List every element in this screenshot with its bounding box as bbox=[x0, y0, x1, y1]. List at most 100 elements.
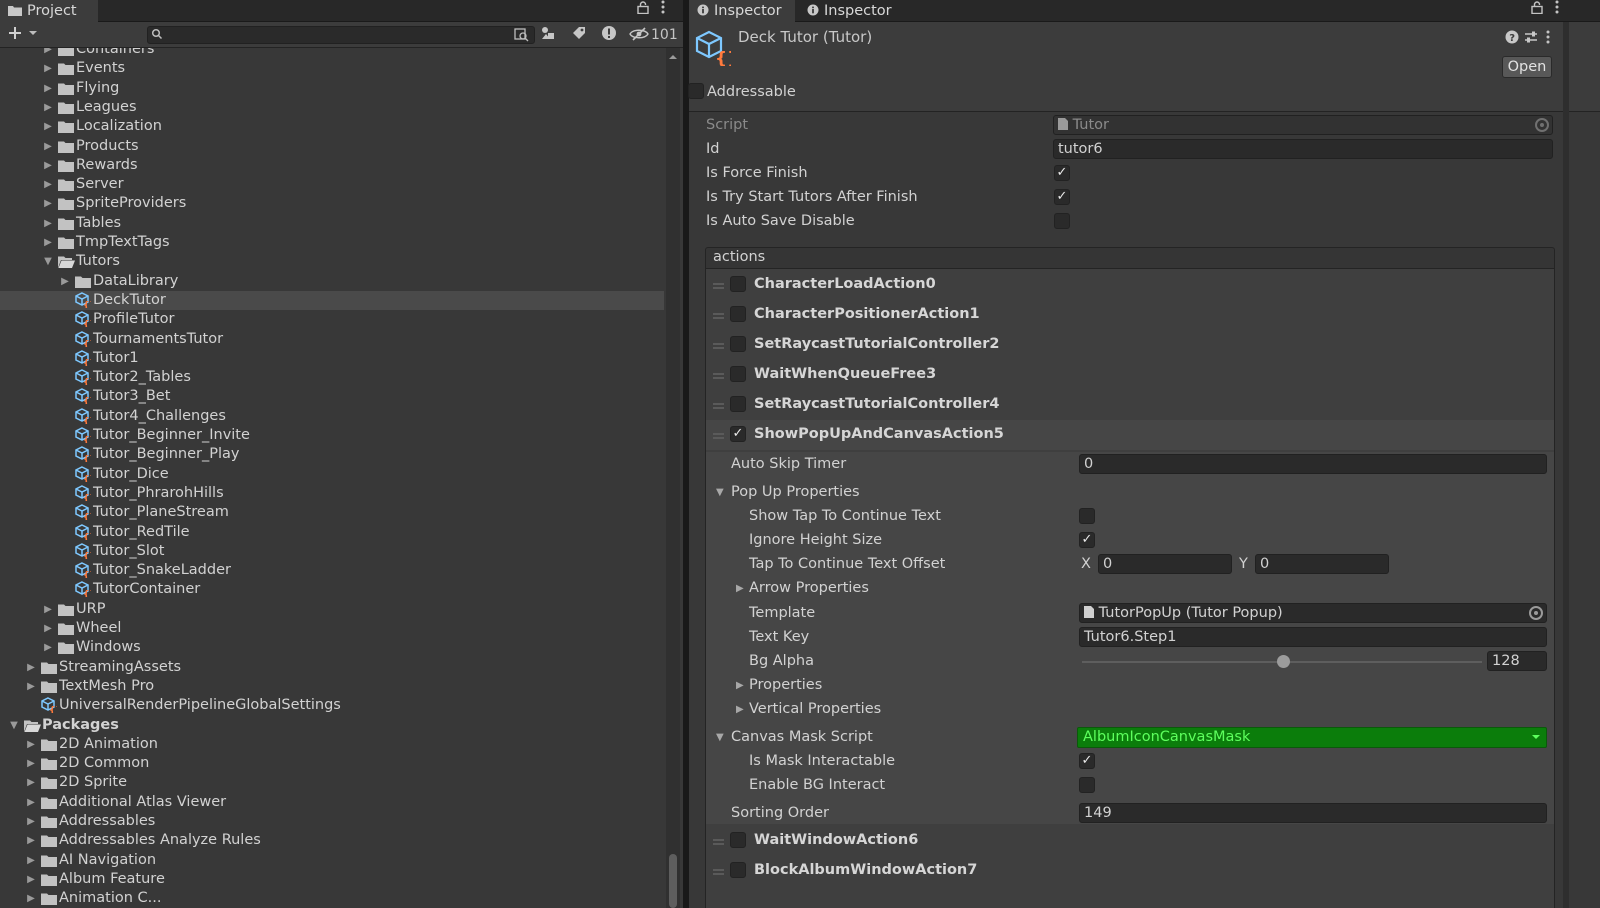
collapsed-arrow-icon[interactable]: ▶ bbox=[25, 870, 37, 890]
tree-folder-row[interactable]: ▶ Tables bbox=[0, 214, 664, 234]
kebab-menu-icon[interactable] bbox=[661, 0, 665, 22]
tree-asset-row[interactable]: {}UniversalRenderPipelineGlobalSettings bbox=[0, 696, 664, 716]
tree-folder-row[interactable]: ▶ DataLibrary bbox=[0, 272, 664, 292]
tree-asset-row[interactable]: {}TournamentsTutor bbox=[0, 330, 664, 350]
tree-folder-row[interactable]: ▶ Server bbox=[0, 175, 664, 195]
tree-folder-row[interactable]: ▶ StreamingAssets bbox=[0, 658, 664, 678]
action-enabled-checkbox[interactable] bbox=[730, 862, 746, 878]
tree-asset-row[interactable]: {}Tutor4_Challenges bbox=[0, 407, 664, 427]
collapsed-arrow-icon[interactable]: ▶ bbox=[42, 79, 54, 99]
tree-asset-row[interactable]: {}Tutor3_Bet bbox=[0, 387, 664, 407]
action-row[interactable]: CharacterLoadAction0 bbox=[706, 270, 1554, 300]
search-by-type-icon[interactable] bbox=[514, 28, 530, 46]
collapsed-arrow-icon[interactable]: ▶ bbox=[42, 600, 54, 620]
project-scrollbar[interactable] bbox=[666, 48, 680, 908]
template-field[interactable]: TutorPopUp (Tutor Popup) bbox=[1079, 603, 1547, 623]
tree-asset-row[interactable]: {}Tutor1 bbox=[0, 349, 664, 369]
tree-folder-row[interactable]: ▶ Localization bbox=[0, 117, 664, 137]
tree-asset-row[interactable]: {}Tutor_Dice bbox=[0, 465, 664, 485]
tree-folder-row[interactable]: ▶ Addressables bbox=[0, 812, 664, 832]
drag-handle-icon[interactable] bbox=[713, 283, 724, 289]
tree-asset-row[interactable]: {}Tutor_SnakeLadder bbox=[0, 561, 664, 581]
bg-alpha-field[interactable]: 128 bbox=[1487, 651, 1547, 671]
tree-asset-row[interactable]: {}Tutor_Beginner_Play bbox=[0, 445, 664, 465]
kebab-menu-icon[interactable] bbox=[1546, 30, 1550, 48]
drag-handle-icon[interactable] bbox=[713, 313, 724, 319]
vertical-props-foldout-icon[interactable]: ▶ bbox=[736, 704, 744, 715]
drag-handle-icon[interactable] bbox=[713, 839, 724, 845]
force-finish-checkbox[interactable]: ✓ bbox=[1054, 165, 1070, 181]
tree-folder-row[interactable]: ▶ 2D Common bbox=[0, 754, 664, 774]
drag-handle-icon[interactable] bbox=[713, 869, 724, 875]
properties-label[interactable]: Properties bbox=[749, 677, 822, 693]
try-start-checkbox[interactable]: ✓ bbox=[1054, 189, 1070, 205]
tree-folder-row[interactable]: ▶ SpriteProviders bbox=[0, 194, 664, 214]
collapsed-arrow-icon[interactable]: ▶ bbox=[42, 194, 54, 214]
collapsed-arrow-icon[interactable]: ▶ bbox=[59, 272, 71, 292]
tree-folder-row[interactable]: ▶ Addressables Analyze Rules bbox=[0, 831, 664, 851]
tree-folder-row[interactable]: ▶ Events bbox=[0, 59, 664, 79]
expanded-arrow-icon[interactable]: ▼ bbox=[42, 252, 54, 272]
action-row[interactable]: SetRaycastTutorialController2 bbox=[706, 330, 1554, 360]
auto-skip-field[interactable]: 0 bbox=[1079, 454, 1547, 474]
tree-asset-row[interactable]: {}ProfileTutor bbox=[0, 310, 664, 330]
ignore-height-checkbox[interactable]: ✓ bbox=[1079, 532, 1095, 548]
arrow-props-foldout-icon[interactable]: ▶ bbox=[736, 583, 744, 594]
collapsed-arrow-icon[interactable]: ▶ bbox=[25, 831, 37, 851]
lock-icon[interactable] bbox=[1531, 0, 1543, 22]
show-tap-checkbox[interactable] bbox=[1079, 508, 1095, 524]
action-enabled-checkbox[interactable] bbox=[730, 336, 746, 352]
tree-asset-row[interactable]: {}Tutor2_Tables bbox=[0, 368, 664, 388]
collapsed-arrow-icon[interactable]: ▶ bbox=[42, 214, 54, 234]
collapsed-arrow-icon[interactable]: ▶ bbox=[42, 638, 54, 658]
expanded-arrow-icon[interactable]: ▼ bbox=[8, 716, 20, 736]
collapsed-arrow-icon[interactable]: ▶ bbox=[42, 137, 54, 157]
text-key-field[interactable]: Tutor6.Step1 bbox=[1079, 627, 1547, 647]
tree-folder-row[interactable]: ▶ 2D Sprite bbox=[0, 773, 664, 793]
action-row[interactable]: ✓ ShowPopUpAndCanvasAction5 bbox=[706, 420, 1554, 450]
action-enabled-checkbox[interactable] bbox=[730, 832, 746, 848]
bg-alpha-slider-thumb[interactable] bbox=[1276, 655, 1290, 668]
action-enabled-checkbox[interactable] bbox=[730, 396, 746, 412]
tab-project[interactable]: Project bbox=[0, 0, 98, 22]
popup-props-label[interactable]: Pop Up Properties bbox=[731, 484, 860, 500]
action-row[interactable]: WaitWindowAction6 bbox=[706, 826, 1554, 856]
collapsed-arrow-icon[interactable]: ▶ bbox=[25, 889, 37, 908]
tree-folder-row[interactable]: ▼ Tutors bbox=[0, 252, 664, 272]
tree-folder-row[interactable]: ▼ Packages bbox=[0, 716, 664, 736]
tree-folder-row[interactable]: ▶ 2D Animation bbox=[0, 735, 664, 755]
tab-inspector-1[interactable]: Inspector bbox=[689, 0, 795, 22]
tree-folder-row[interactable]: ▶ Leagues bbox=[0, 98, 664, 118]
tree-asset-row[interactable]: {}TutorContainer bbox=[0, 580, 664, 600]
search-input[interactable] bbox=[147, 26, 535, 44]
action-row[interactable]: BlockAlbumWindowAction7 bbox=[706, 856, 1554, 886]
actions-header[interactable]: actions bbox=[705, 247, 1555, 269]
tree-folder-row[interactable]: ▶ AI Navigation bbox=[0, 851, 664, 871]
action-enabled-checkbox[interactable]: ✓ bbox=[730, 426, 746, 442]
auto-save-checkbox[interactable] bbox=[1054, 213, 1070, 229]
canvas-mask-dropdown[interactable]: AlbumIconCanvasMask bbox=[1077, 727, 1547, 748]
mask-interactable-checkbox[interactable]: ✓ bbox=[1079, 753, 1095, 769]
collapsed-arrow-icon[interactable]: ▶ bbox=[25, 773, 37, 793]
tree-folder-row[interactable]: ▶ Windows bbox=[0, 638, 664, 658]
action-enabled-checkbox[interactable] bbox=[730, 366, 746, 382]
tree-folder-row[interactable]: ▶ Album Feature bbox=[0, 870, 664, 890]
tree-folder-row[interactable]: ▶ TmpTextTags bbox=[0, 233, 664, 253]
collapsed-arrow-icon[interactable]: ▶ bbox=[25, 851, 37, 871]
enable-bg-checkbox[interactable] bbox=[1079, 777, 1095, 793]
action-enabled-checkbox[interactable] bbox=[730, 306, 746, 322]
tree-asset-row[interactable]: {}Tutor_PhrarohHills bbox=[0, 484, 664, 504]
kebab-menu-icon[interactable] bbox=[1555, 0, 1559, 22]
sorting-order-field[interactable]: 149 bbox=[1079, 803, 1547, 823]
collapsed-arrow-icon[interactable]: ▶ bbox=[25, 677, 37, 697]
tree-folder-row[interactable]: ▶ TextMesh Pro bbox=[0, 677, 664, 697]
drag-handle-icon[interactable] bbox=[713, 433, 724, 439]
collapsed-arrow-icon[interactable]: ▶ bbox=[42, 59, 54, 79]
addressable-checkbox[interactable] bbox=[688, 83, 704, 99]
tree-folder-row[interactable]: ▶ Containers bbox=[0, 48, 664, 60]
collapsed-arrow-icon[interactable]: ▶ bbox=[42, 619, 54, 639]
tree-asset-row[interactable]: {}Tutor_Beginner_Invite bbox=[0, 426, 664, 446]
id-field[interactable]: tutor6 bbox=[1053, 139, 1553, 159]
tree-asset-row[interactable]: {}Tutor_RedTile bbox=[0, 523, 664, 543]
filter-by-type-icon[interactable] bbox=[537, 25, 559, 45]
